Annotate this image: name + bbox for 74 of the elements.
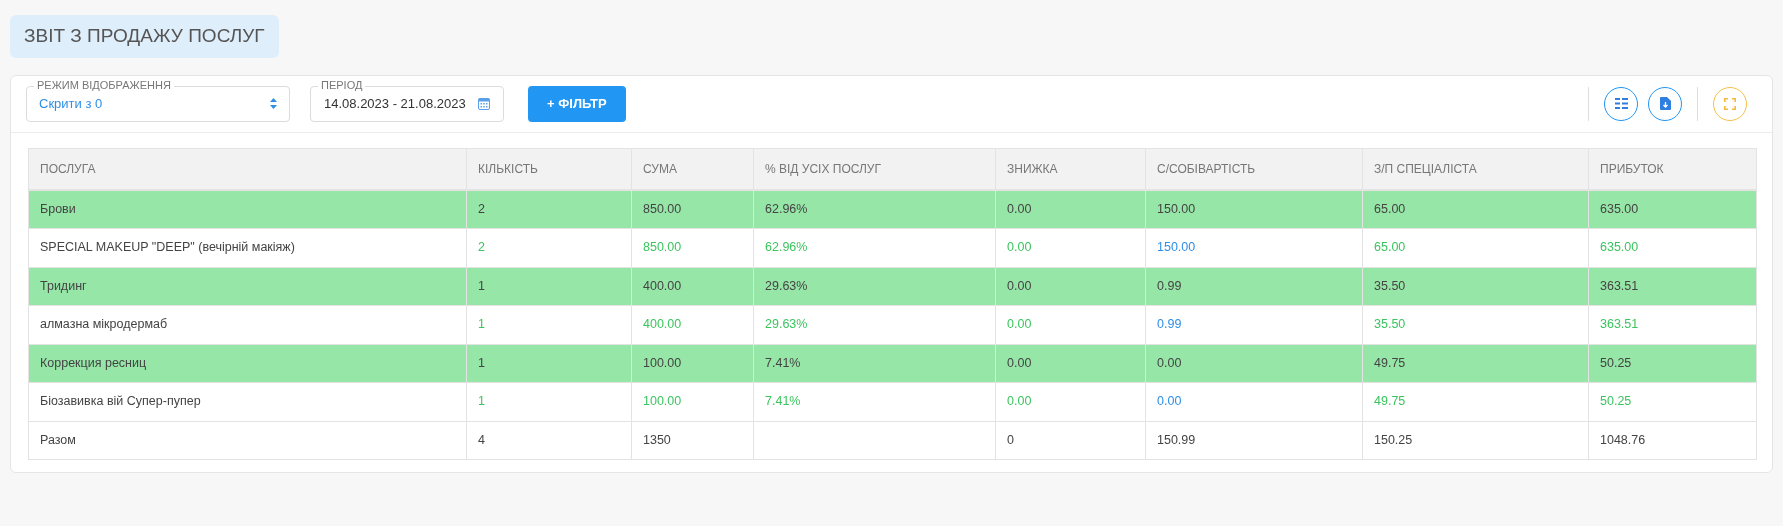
table-cell: 29.63% <box>753 267 996 306</box>
table-cell: 4 <box>466 421 632 460</box>
column-header: СУМА <box>631 148 754 190</box>
table-cell: 49.75 <box>1362 382 1589 421</box>
table-cell: Біозавивка вій Супер-пупер <box>28 382 467 421</box>
date-range-value: 14.08.2023 - 21.08.2023 <box>324 94 466 113</box>
file-download-icon <box>1659 97 1671 110</box>
table-cell: 65.00 <box>1362 190 1589 229</box>
sort-caret-icon <box>270 98 277 109</box>
column-header: % ВІД УСІХ ПОСЛУГ <box>753 148 996 190</box>
column-header: КІЛЬКІСТЬ <box>466 148 632 190</box>
fullscreen-icon <box>1724 97 1736 110</box>
table-cell: 0.00 <box>995 305 1146 344</box>
table-cell: 50.25 <box>1588 344 1757 383</box>
table-cell: 400.00 <box>631 305 754 344</box>
table-cell: 150.25 <box>1362 421 1589 460</box>
table-cell: 35.50 <box>1362 305 1589 344</box>
column-header: ПРИБУТОК <box>1588 148 1757 190</box>
table-cell: 35.50 <box>1362 267 1589 306</box>
table-cell: 0.00 <box>995 190 1146 229</box>
table-cell: 850.00 <box>631 228 754 267</box>
table-cell: Тридинг <box>28 267 467 306</box>
table-cell: 65.00 <box>1362 228 1589 267</box>
table-cell: 1 <box>466 267 632 306</box>
field-label: ПЕРІОД <box>318 79 366 91</box>
table-cell: 0 <box>995 421 1146 460</box>
table-cell: 1048.76 <box>1588 421 1757 460</box>
page-title: ЗВІТ З ПРОДАЖУ ПОСЛУГ <box>10 15 279 58</box>
table-cell: 150.99 <box>1145 421 1363 460</box>
field-label: РЕЖИМ ВІДОБРАЖЕННЯ <box>34 79 174 91</box>
table-cell: 363.51 <box>1588 305 1757 344</box>
table-cell: 7.41% <box>753 344 996 383</box>
table-cell: 49.75 <box>1362 344 1589 383</box>
table-cell: 400.00 <box>631 267 754 306</box>
calendar-icon <box>478 97 490 110</box>
table-cell: 0.99 <box>1145 305 1363 344</box>
table-cell: 0.00 <box>995 228 1146 267</box>
table-cell: 2 <box>466 228 632 267</box>
column-header: ПОСЛУГА <box>28 148 467 190</box>
table-cell: 1 <box>466 382 632 421</box>
select-value: Скрити з 0 <box>39 94 103 113</box>
table-cell: 150.00 <box>1145 190 1363 229</box>
table-cell: Брови <box>28 190 467 229</box>
table-cell: 0.99 <box>1145 267 1363 306</box>
table-cell: Коррекция ресниц <box>28 344 467 383</box>
column-header: С/СОБІВАРТІСТЬ <box>1145 148 1363 190</box>
table-cell: SPECIAL MAKEUP "DEEP" (вечірній макіяж) <box>28 228 467 267</box>
table-cell: 100.00 <box>631 382 754 421</box>
table-cell: 0.00 <box>995 382 1146 421</box>
table-cell: 0.00 <box>1145 382 1363 421</box>
table-cell: 29.63% <box>753 305 996 344</box>
table-cell: 850.00 <box>631 190 754 229</box>
table-cell: 62.96% <box>753 190 996 229</box>
table-cell: 1 <box>466 305 632 344</box>
column-header: З/П СПЕЦІАЛІСТА <box>1362 148 1589 190</box>
table-cell: 635.00 <box>1588 190 1757 229</box>
table-cell: 635.00 <box>1588 228 1757 267</box>
table-cell: 50.25 <box>1588 382 1757 421</box>
filter-button[interactable]: + ФІЛЬТР <box>528 85 626 122</box>
table-cell: 1 <box>466 344 632 383</box>
table-cell: 7.41% <box>753 382 996 421</box>
table-cell: 0.00 <box>1145 344 1363 383</box>
list-icon <box>1614 98 1628 109</box>
column-header: ЗНИЖКА <box>995 148 1146 190</box>
table-cell: 62.96% <box>753 228 996 267</box>
table-cell: 0.00 <box>995 267 1146 306</box>
table-cell: 1350 <box>631 421 754 460</box>
table-cell: алмазна мікродермаб <box>28 305 467 344</box>
table-cell: 150.00 <box>1145 228 1363 267</box>
table-cell: 100.00 <box>631 344 754 383</box>
table-cell: 2 <box>466 190 632 229</box>
table-cell: 363.51 <box>1588 267 1757 306</box>
table-cell: Разом <box>28 421 467 460</box>
table-cell: 0.00 <box>995 344 1146 383</box>
